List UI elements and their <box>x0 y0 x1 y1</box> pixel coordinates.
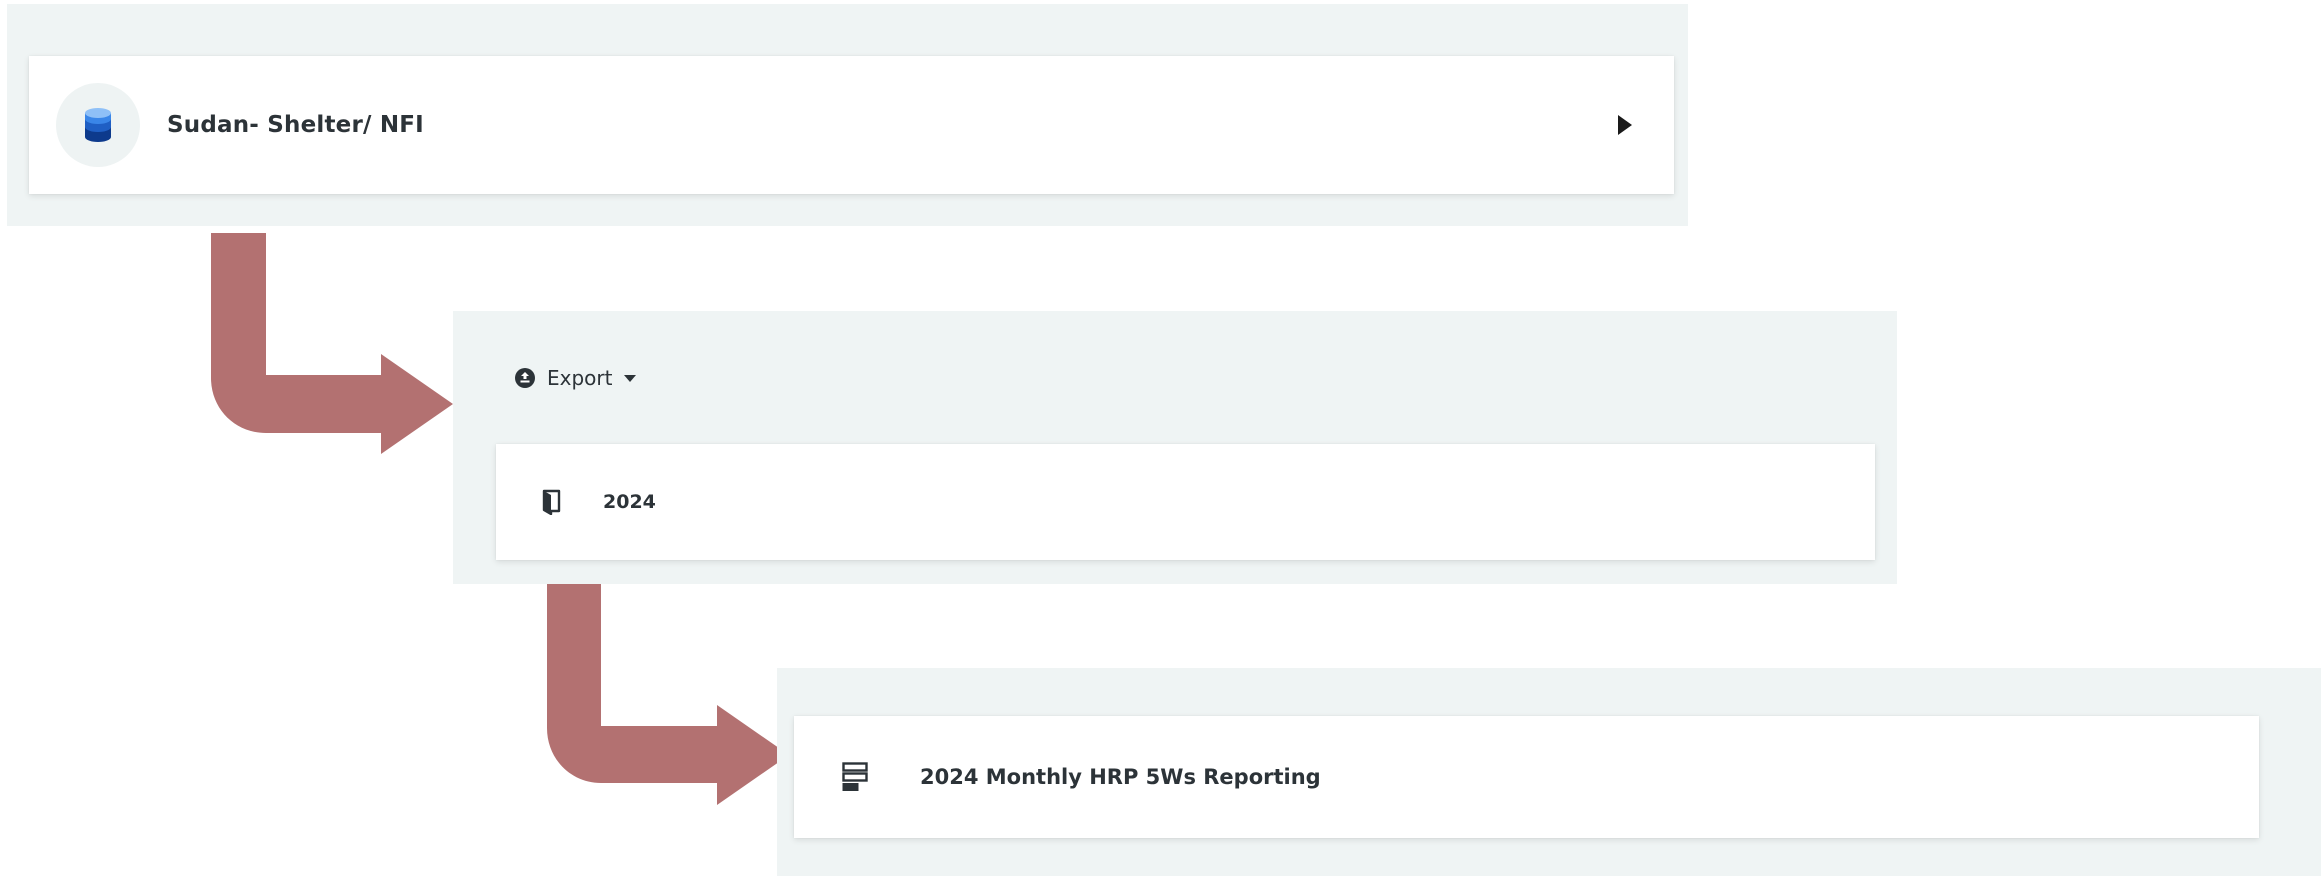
connector-arrow-2 <box>547 584 789 805</box>
export-icon <box>515 368 535 388</box>
folder-row-2024[interactable]: 2024 <box>496 444 1875 560</box>
folder-icon <box>542 489 561 515</box>
export-button[interactable]: Export <box>514 366 637 390</box>
form-icon <box>842 762 868 791</box>
form-name: 2024 Monthly HRP 5Ws Reporting <box>920 765 1321 789</box>
export-label: Export <box>547 366 613 390</box>
database-name: Sudan- Shelter/ NFI <box>167 112 424 138</box>
caret-down-icon <box>624 374 637 382</box>
folder-name: 2024 <box>603 491 656 513</box>
database-icon <box>85 108 111 142</box>
form-row-2024-monthly-hrp-5ws-reporting[interactable]: 2024 Monthly HRP 5Ws Reporting <box>794 716 2259 838</box>
database-avatar <box>56 83 140 167</box>
database-row-sudan-shelter-nfi[interactable]: Sudan- Shelter/ NFI <box>29 56 1674 194</box>
triangle-right-icon[interactable] <box>1618 115 1632 135</box>
